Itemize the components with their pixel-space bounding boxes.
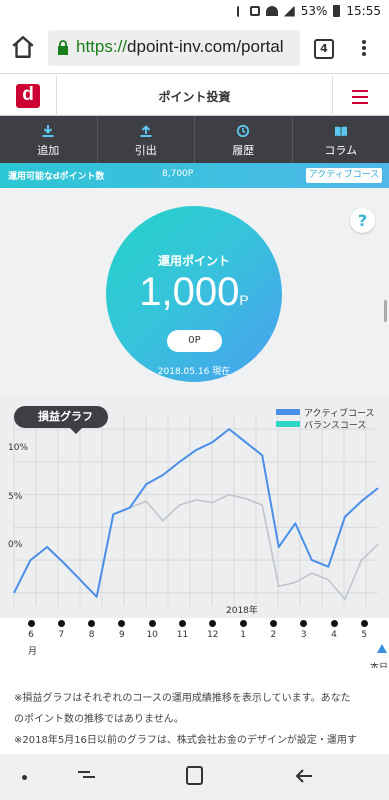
- browser-menu-button[interactable]: [361, 38, 367, 60]
- nav-add-label: 追加: [37, 144, 60, 157]
- operating-points-circle: 運用ポイント 1,000P 0P 2018.05.16 現在: [106, 206, 282, 382]
- points-unit: P: [239, 292, 249, 308]
- operating-points-value: 1,000P: [106, 270, 282, 315]
- y-tick-label: 5%: [8, 492, 23, 502]
- upload-icon: [140, 125, 152, 137]
- month-tick-label: 8: [88, 630, 95, 640]
- points-number: 1,000: [139, 270, 240, 314]
- month-dot[interactable]: [148, 620, 156, 627]
- nav-withdraw[interactable]: 引出: [98, 116, 195, 163]
- url-host: dpoint-inv.com/portal: [127, 37, 284, 56]
- month-tick-label: 12: [207, 630, 219, 640]
- month-dot[interactable]: [330, 620, 338, 627]
- month-dot[interactable]: [179, 620, 186, 627]
- month-tick-label: 2: [270, 630, 277, 640]
- points-change-pill: 0P: [167, 330, 222, 352]
- month-dot[interactable]: [27, 620, 35, 627]
- system-home-icon[interactable]: [186, 766, 203, 785]
- address-bar[interactable]: https://dpoint-inv.com/portal: [48, 30, 300, 66]
- app-header: d ポイント投資: [0, 76, 389, 116]
- available-points-value: 8,700P: [162, 169, 194, 179]
- nav-add[interactable]: 追加: [0, 116, 98, 163]
- nav-withdraw-label: 引出: [134, 144, 157, 157]
- available-points-bar: 運用可能なdポイント数 8,700P アクティブコース: [0, 163, 389, 188]
- system-nav-bar: [0, 754, 389, 800]
- page-title: ポイント投資: [158, 90, 231, 104]
- summary-section: ? 運用ポイント 1,000P 0P 2018.05.16 現在: [0, 188, 389, 398]
- bluetooth-icon: [236, 5, 244, 17]
- y-tick-label: 0%: [8, 540, 23, 550]
- series-line-balance: [13, 493, 379, 601]
- header-divider: [332, 76, 333, 116]
- note-line: ※2018年5月16日以前のグラフは、株式会社お金のデザインが設定・運用す: [14, 735, 357, 746]
- month-dot[interactable]: [360, 620, 368, 627]
- note-line: のポイント数の推移ではありません。: [14, 714, 184, 725]
- battery-icon: [333, 5, 341, 17]
- month-dot[interactable]: [300, 620, 308, 627]
- history-icon: [237, 124, 250, 138]
- year-label: 2018年: [226, 606, 258, 616]
- graph-title: 損益グラフ: [14, 406, 108, 434]
- month-dot[interactable]: [118, 620, 126, 627]
- url-scheme: https://: [76, 37, 128, 56]
- nav-column[interactable]: コラム: [293, 116, 389, 163]
- clock: 15:55: [346, 4, 381, 18]
- nav-history-label: 履歴: [232, 144, 255, 157]
- month-tick-label: 6: [28, 630, 34, 640]
- help-icon[interactable]: ?: [350, 208, 375, 233]
- lock-icon: [58, 40, 68, 55]
- signal-icon: [283, 5, 295, 17]
- url-text: https://dpoint-inv.com/portal: [76, 37, 284, 57]
- month-tick-label: 7: [58, 630, 65, 640]
- note-line: ※損益グラフはそれぞれのコースの運用成績推移を表示しています。あなた: [14, 693, 351, 704]
- wifi-icon: [265, 6, 278, 16]
- month-tick-label: 9: [119, 630, 125, 640]
- nav-column-label: コラム: [324, 144, 358, 157]
- home-icon: [12, 36, 34, 58]
- series-line-active: [13, 428, 379, 598]
- operating-points-label: 運用ポイント: [157, 254, 230, 268]
- download-icon: [42, 125, 54, 137]
- month-tick-label: 10: [146, 630, 158, 640]
- month-axis: 月 6 7 8 9 10 11 12 1 2 3 4 5: [0, 618, 389, 668]
- browser-home-button[interactable]: [10, 34, 38, 60]
- legend-swatch-active: [276, 409, 300, 415]
- month-dot[interactable]: [239, 620, 247, 627]
- browser-toolbar: https://dpoint-inv.com/portal 4: [0, 22, 389, 74]
- nav-dot-icon[interactable]: [22, 775, 27, 780]
- month-tick-label: 4: [331, 630, 337, 640]
- vibrate-icon: [249, 6, 260, 16]
- today-marker-icon[interactable]: [377, 644, 387, 653]
- month-dot[interactable]: [88, 620, 96, 627]
- battery-percent: 53%: [300, 4, 328, 18]
- month-tick-label: 11: [176, 630, 189, 640]
- month-tick-label: 5: [361, 630, 368, 640]
- action-nav: 追加 引出 履歴 コラム: [0, 116, 389, 163]
- month-dot[interactable]: [57, 620, 65, 627]
- legend-swatch-balance: [276, 421, 300, 427]
- status-bar: 53% 15:55: [0, 0, 389, 22]
- as-of-date: 2018.05.16 現在: [157, 367, 231, 377]
- disclaimer-notes: ※損益グラフはそれぞれのコースの運用成績推移を表示しています。あなた のポイント…: [0, 668, 389, 754]
- hamburger-menu-icon[interactable]: [352, 90, 368, 104]
- book-icon: [334, 126, 347, 137]
- course-badge[interactable]: アクティブコース: [306, 168, 382, 183]
- month-tick-label: 3: [300, 630, 307, 640]
- profit-loss-graph: 損益グラフ アクティブコース バランスコース 10% 5% 0% 2018年 月…: [0, 398, 389, 673]
- month-tick-label: 1: [240, 630, 246, 640]
- chart-plot: [13, 416, 379, 606]
- available-points-label: 運用可能なdポイント数: [8, 172, 105, 182]
- month-unit-label: 月: [28, 647, 38, 657]
- recent-apps-icon[interactable]: [78, 768, 96, 784]
- legend-label-balance: バランスコース: [304, 420, 367, 431]
- month-dot[interactable]: [269, 620, 277, 627]
- tab-switcher-button[interactable]: 4: [314, 39, 334, 59]
- back-arrow-icon[interactable]: [294, 766, 314, 786]
- chart-legend: アクティブコース バランスコース: [276, 406, 375, 431]
- scroll-indicator: [384, 300, 387, 322]
- month-dot[interactable]: [209, 620, 217, 627]
- y-tick-label: 10%: [8, 443, 29, 453]
- nav-history[interactable]: 履歴: [195, 116, 293, 163]
